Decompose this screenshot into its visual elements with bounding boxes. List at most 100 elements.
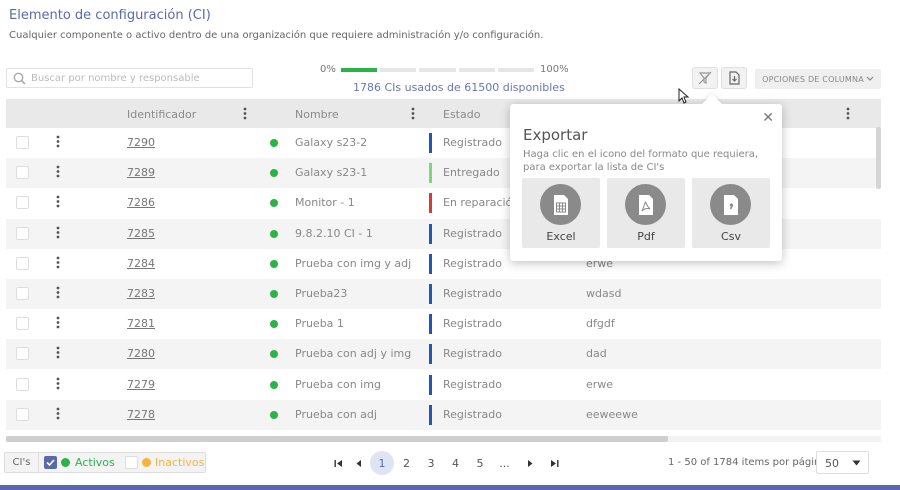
row-checkbox[interactable] — [16, 287, 29, 300]
row-identifier-link[interactable]: 7281 — [127, 317, 155, 330]
file-export-icon — [728, 71, 740, 85]
state-color-bar — [429, 253, 432, 274]
page-number-button[interactable]: 5 — [468, 451, 492, 475]
row-checkbox[interactable] — [16, 166, 29, 180]
search-icon — [13, 72, 26, 85]
row-name: 9.8.2.10 CI - 1 — [295, 226, 373, 240]
table-row[interactable]: 7278 Prueba con adj Registrado eeweewe — [6, 399, 881, 430]
column-header-state[interactable]: Estado — [443, 108, 480, 121]
column-menu-icon[interactable] — [243, 107, 247, 120]
page-size-value: 50 — [825, 457, 839, 470]
row-checkbox[interactable] — [16, 317, 29, 331]
export-csv-label: Csv — [721, 230, 741, 243]
active-status-dot — [270, 169, 278, 178]
row-identifier-link[interactable]: 7283 — [127, 287, 155, 300]
row-identifier-link[interactable]: 7284 — [127, 257, 155, 270]
usage-bar-segment — [419, 68, 456, 72]
inactive-filter-checkbox[interactable] — [125, 456, 138, 469]
horizontal-scrollbar[interactable] — [6, 436, 668, 442]
table-row[interactable]: 7281 Prueba 1 Registrado dfgdf — [6, 309, 881, 339]
row-menu-icon[interactable] — [56, 316, 60, 332]
row-identifier-link[interactable]: 7278 — [127, 408, 155, 421]
row-name: Galaxy s23-1 — [295, 166, 368, 180]
row-menu-icon[interactable] — [56, 165, 60, 181]
column-menu-icon[interactable] — [846, 107, 850, 120]
row-checkbox[interactable] — [16, 407, 29, 421]
export-csv-button[interactable]: Csv — [692, 178, 770, 248]
usage-bar-segment — [341, 68, 378, 72]
row-state: Registrado — [443, 226, 502, 240]
close-icon[interactable]: ✕ — [762, 110, 774, 126]
column-menu-icon[interactable] — [411, 107, 415, 120]
page-number-button[interactable]: 4 — [444, 451, 468, 475]
export-button[interactable] — [721, 67, 747, 89]
mouse-cursor-icon — [678, 88, 690, 104]
row-identifier-link[interactable]: 7286 — [127, 196, 155, 209]
page-number-button[interactable]: 2 — [395, 451, 419, 475]
export-pdf-button[interactable]: Pdf — [607, 178, 685, 248]
row-menu-icon[interactable] — [56, 407, 60, 423]
active-status-dot — [270, 320, 278, 329]
table-row[interactable]: 7279 Prueba con img Registrado erwe — [6, 370, 881, 400]
page-number-button[interactable]: 3 — [419, 451, 443, 475]
state-color-bar — [429, 314, 432, 335]
row-name: Prueba con adj — [295, 407, 377, 421]
page-number-button[interactable]: 1 — [370, 451, 394, 475]
usage-progress-bar — [341, 68, 535, 72]
row-menu-icon[interactable] — [56, 286, 60, 302]
active-status-dot — [270, 290, 278, 298]
column-header-name[interactable]: Nombre — [295, 108, 339, 121]
row-checkbox[interactable] — [16, 377, 29, 391]
table-row[interactable]: 7283 Prueba23 Registrado wdasd — [6, 279, 881, 309]
row-identifier-link[interactable]: 7285 — [127, 227, 155, 240]
next-page-button[interactable] — [518, 451, 542, 475]
vertical-scrollbar[interactable] — [876, 127, 881, 189]
state-color-bar — [429, 374, 432, 395]
legend-cis-label: CI's — [5, 453, 39, 472]
export-excel-button[interactable]: Excel — [522, 178, 600, 248]
export-pdf-label: Pdf — [637, 230, 655, 243]
page-ellipsis: ... — [499, 456, 510, 470]
status-legend: CI's Activos Inactivos — [4, 452, 206, 473]
row-menu-icon[interactable] — [56, 346, 60, 362]
last-page-button[interactable] — [542, 451, 566, 475]
prev-page-icon — [356, 459, 361, 467]
row-menu-icon[interactable] — [56, 377, 60, 393]
row-checkbox[interactable] — [16, 226, 29, 240]
row-menu-icon[interactable] — [56, 135, 60, 151]
active-filter-checkbox[interactable] — [44, 456, 57, 469]
row-checkbox[interactable] — [16, 196, 29, 210]
page-size-select[interactable]: 50 — [816, 451, 869, 474]
row-identifier-link[interactable]: 7290 — [127, 136, 155, 149]
search-input[interactable] — [31, 71, 246, 85]
clear-filter-button[interactable] — [692, 67, 718, 89]
excel-file-icon — [553, 194, 568, 215]
row-extra-value: dfgdf — [586, 317, 615, 331]
row-name: Prueba23 — [295, 287, 348, 300]
column-options-button[interactable]: OPCIONES DE COLUMNA — [755, 69, 881, 89]
row-checkbox[interactable] — [16, 256, 29, 270]
row-extra-value: wdasd — [586, 287, 622, 300]
row-state: Entregado — [443, 166, 500, 180]
row-menu-icon[interactable] — [56, 226, 60, 242]
table-row[interactable]: 7280 Prueba con adj y img Registrado dad — [6, 339, 881, 370]
row-name: Prueba con img y adj — [295, 256, 412, 270]
caret-down-icon — [852, 460, 861, 466]
row-checkbox[interactable] — [16, 347, 29, 361]
row-identifier-link[interactable]: 7279 — [127, 378, 155, 391]
page-subtitle: Cualquier componente o activo dentro de … — [9, 30, 544, 41]
row-menu-icon[interactable] — [56, 256, 60, 272]
search-box[interactable] — [6, 68, 253, 88]
usage-min-label: 0% — [320, 64, 336, 75]
row-identifier-link[interactable]: 7289 — [127, 166, 155, 179]
column-header-identifier[interactable]: Identificador — [127, 108, 196, 121]
state-color-bar — [429, 163, 432, 184]
filter-off-icon — [698, 71, 712, 85]
prev-page-button[interactable] — [346, 451, 370, 475]
legend-active-label: Activos — [75, 456, 115, 469]
state-color-bar — [429, 284, 432, 304]
row-menu-icon[interactable] — [56, 195, 60, 211]
row-identifier-link[interactable]: 7280 — [127, 347, 155, 360]
row-checkbox[interactable] — [16, 136, 29, 149]
row-state: Registrado — [443, 287, 502, 300]
